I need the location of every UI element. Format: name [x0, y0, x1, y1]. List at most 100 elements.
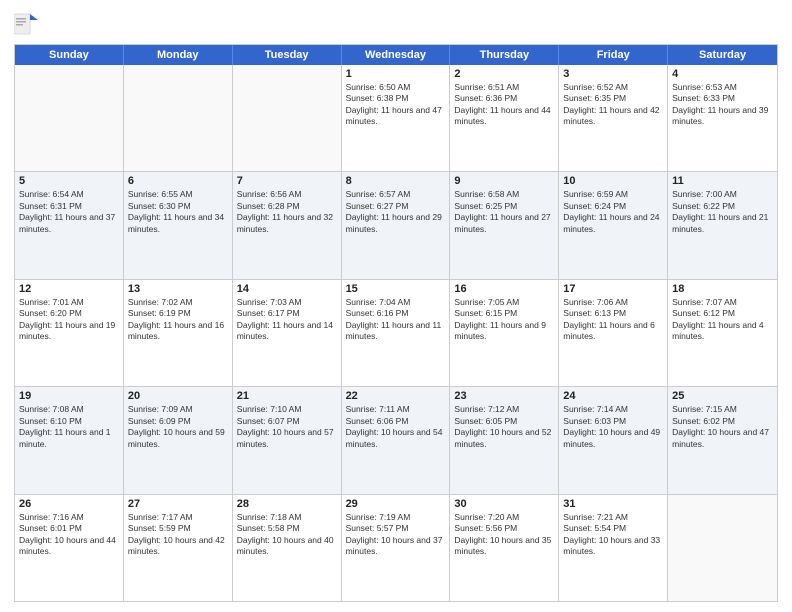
- day-number: 31: [563, 498, 663, 510]
- day-cell-18: 18 Sunrise: 7:07 AM Sunset: 6:12 PM Dayli…: [668, 280, 777, 386]
- day-info: Sunrise: 7:08 AM Sunset: 6:10 PM Dayligh…: [19, 404, 119, 450]
- day-info: Sunrise: 6:50 AM Sunset: 6:38 PM Dayligh…: [346, 82, 446, 128]
- day-number: 29: [346, 498, 446, 510]
- day-number: 6: [128, 175, 228, 187]
- weekday-header-sunday: Sunday: [15, 45, 124, 65]
- calendar-body: 1Sunrise: 6:50 AM Sunset: 6:38 PM Daylig…: [15, 65, 777, 601]
- day-info: Sunrise: 7:17 AM Sunset: 5:59 PM Dayligh…: [128, 512, 228, 558]
- day-info: Sunrise: 7:20 AM Sunset: 5:56 PM Dayligh…: [454, 512, 554, 558]
- day-number: 12: [19, 283, 119, 295]
- weekday-header-friday: Friday: [559, 45, 668, 65]
- day-info: Sunrise: 7:05 AM Sunset: 6:15 PM Dayligh…: [454, 297, 554, 343]
- header: [14, 10, 778, 38]
- day-info: Sunrise: 7:19 AM Sunset: 5:57 PM Dayligh…: [346, 512, 446, 558]
- calendar-row-4: 26Sunrise: 7:16 AM Sunset: 6:01 PM Dayli…: [15, 495, 777, 601]
- calendar-row-2: 12 Sunrise: 7:01 AM Sunset: 6:20 PM Dayli…: [15, 280, 777, 387]
- day-info: Sunrise: 7:15 AM Sunset: 6:02 PM Dayligh…: [672, 404, 773, 450]
- day-number: 28: [237, 498, 337, 510]
- calendar: SundayMondayTuesdayWednesdayThursdayFrid…: [14, 44, 778, 602]
- day-number: 8: [346, 175, 446, 187]
- weekday-header-wednesday: Wednesday: [342, 45, 451, 65]
- day-number: 23: [454, 390, 554, 402]
- calendar-row-1: 5 Sunrise: 6:54 AM Sunset: 6:31 PM Daylig…: [15, 172, 777, 279]
- day-cell-26: 26Sunrise: 7:16 AM Sunset: 6:01 PM Dayli…: [15, 495, 124, 601]
- day-number: 3: [563, 68, 663, 80]
- day-cell-4: 4 Sunrise: 6:53 AM Sunset: 6:33 PM Daylig…: [668, 65, 777, 171]
- day-info: Sunrise: 6:55 AM Sunset: 6:30 PM Dayligh…: [128, 189, 228, 235]
- day-info: Sunrise: 7:03 AM Sunset: 6:17 PM Dayligh…: [237, 297, 337, 343]
- day-cell-6: 6 Sunrise: 6:55 AM Sunset: 6:30 PM Daylig…: [124, 172, 233, 278]
- day-cell-14: 14Sunrise: 7:03 AM Sunset: 6:17 PM Dayli…: [233, 280, 342, 386]
- day-number: 16: [454, 283, 554, 295]
- day-number: 24: [563, 390, 663, 402]
- page: SundayMondayTuesdayWednesdayThursdayFrid…: [0, 0, 792, 612]
- calendar-row-0: 1Sunrise: 6:50 AM Sunset: 6:38 PM Daylig…: [15, 65, 777, 172]
- day-cell-3: 3 Sunrise: 6:52 AM Sunset: 6:35 PM Daylig…: [559, 65, 668, 171]
- day-info: Sunrise: 6:59 AM Sunset: 6:24 PM Dayligh…: [563, 189, 663, 235]
- weekday-header-tuesday: Tuesday: [233, 45, 342, 65]
- day-cell-8: 8 Sunrise: 6:57 AM Sunset: 6:27 PM Daylig…: [342, 172, 451, 278]
- day-cell-17: 17Sunrise: 7:06 AM Sunset: 6:13 PM Dayli…: [559, 280, 668, 386]
- day-info: Sunrise: 7:00 AM Sunset: 6:22 PM Dayligh…: [672, 189, 773, 235]
- weekday-header-monday: Monday: [124, 45, 233, 65]
- day-info: Sunrise: 7:18 AM Sunset: 5:58 PM Dayligh…: [237, 512, 337, 558]
- day-number: 27: [128, 498, 228, 510]
- day-cell-19: 19 Sunrise: 7:08 AM Sunset: 6:10 PM Dayli…: [15, 387, 124, 493]
- day-cell-7: 7Sunrise: 6:56 AM Sunset: 6:28 PM Daylig…: [233, 172, 342, 278]
- day-number: 17: [563, 283, 663, 295]
- day-info: Sunrise: 7:02 AM Sunset: 6:19 PM Dayligh…: [128, 297, 228, 343]
- day-info: Sunrise: 7:14 AM Sunset: 6:03 PM Dayligh…: [563, 404, 663, 450]
- empty-cell-0-2: [233, 65, 342, 171]
- day-cell-2: 2 Sunrise: 6:51 AM Sunset: 6:36 PM Daylig…: [450, 65, 559, 171]
- day-info: Sunrise: 6:51 AM Sunset: 6:36 PM Dayligh…: [454, 82, 554, 128]
- day-info: Sunrise: 6:58 AM Sunset: 6:25 PM Dayligh…: [454, 189, 554, 235]
- day-cell-10: 10Sunrise: 6:59 AM Sunset: 6:24 PM Dayli…: [559, 172, 668, 278]
- day-info: Sunrise: 7:21 AM Sunset: 5:54 PM Dayligh…: [563, 512, 663, 558]
- day-cell-28: 28 Sunrise: 7:18 AM Sunset: 5:58 PM Dayli…: [233, 495, 342, 601]
- empty-cell-0-0: [15, 65, 124, 171]
- day-cell-13: 13 Sunrise: 7:02 AM Sunset: 6:19 PM Dayli…: [124, 280, 233, 386]
- day-number: 13: [128, 283, 228, 295]
- day-info: Sunrise: 7:10 AM Sunset: 6:07 PM Dayligh…: [237, 404, 337, 450]
- day-number: 5: [19, 175, 119, 187]
- weekday-header-saturday: Saturday: [668, 45, 777, 65]
- calendar-row-3: 19 Sunrise: 7:08 AM Sunset: 6:10 PM Dayli…: [15, 387, 777, 494]
- day-number: 18: [672, 283, 773, 295]
- day-info: Sunrise: 6:57 AM Sunset: 6:27 PM Dayligh…: [346, 189, 446, 235]
- day-cell-31: 31 Sunrise: 7:21 AM Sunset: 5:54 PM Dayli…: [559, 495, 668, 601]
- day-number: 2: [454, 68, 554, 80]
- day-cell-29: 29 Sunrise: 7:19 AM Sunset: 5:57 PM Dayli…: [342, 495, 451, 601]
- day-info: Sunrise: 7:09 AM Sunset: 6:09 PM Dayligh…: [128, 404, 228, 450]
- day-cell-1: 1Sunrise: 6:50 AM Sunset: 6:38 PM Daylig…: [342, 65, 451, 171]
- day-info: Sunrise: 7:12 AM Sunset: 6:05 PM Dayligh…: [454, 404, 554, 450]
- day-cell-9: 9Sunrise: 6:58 AM Sunset: 6:25 PM Daylig…: [450, 172, 559, 278]
- day-cell-12: 12 Sunrise: 7:01 AM Sunset: 6:20 PM Dayli…: [15, 280, 124, 386]
- calendar-header: SundayMondayTuesdayWednesdayThursdayFrid…: [15, 45, 777, 65]
- day-cell-11: 11Sunrise: 7:00 AM Sunset: 6:22 PM Dayli…: [668, 172, 777, 278]
- day-info: Sunrise: 6:53 AM Sunset: 6:33 PM Dayligh…: [672, 82, 773, 128]
- day-info: Sunrise: 7:01 AM Sunset: 6:20 PM Dayligh…: [19, 297, 119, 343]
- day-number: 15: [346, 283, 446, 295]
- day-info: Sunrise: 6:56 AM Sunset: 6:28 PM Dayligh…: [237, 189, 337, 235]
- day-cell-5: 5 Sunrise: 6:54 AM Sunset: 6:31 PM Daylig…: [15, 172, 124, 278]
- day-number: 4: [672, 68, 773, 80]
- day-cell-23: 23 Sunrise: 7:12 AM Sunset: 6:05 PM Dayli…: [450, 387, 559, 493]
- day-number: 19: [19, 390, 119, 402]
- day-info: Sunrise: 6:54 AM Sunset: 6:31 PM Dayligh…: [19, 189, 119, 235]
- day-cell-30: 30Sunrise: 7:20 AM Sunset: 5:56 PM Dayli…: [450, 495, 559, 601]
- day-cell-15: 15Sunrise: 7:04 AM Sunset: 6:16 PM Dayli…: [342, 280, 451, 386]
- logo-icon: [14, 10, 38, 38]
- day-info: Sunrise: 6:52 AM Sunset: 6:35 PM Dayligh…: [563, 82, 663, 128]
- weekday-header-thursday: Thursday: [450, 45, 559, 65]
- day-cell-25: 25Sunrise: 7:15 AM Sunset: 6:02 PM Dayli…: [668, 387, 777, 493]
- day-number: 22: [346, 390, 446, 402]
- logo: [14, 10, 42, 38]
- day-info: Sunrise: 7:07 AM Sunset: 6:12 PM Dayligh…: [672, 297, 773, 343]
- day-cell-27: 27 Sunrise: 7:17 AM Sunset: 5:59 PM Dayli…: [124, 495, 233, 601]
- day-number: 21: [237, 390, 337, 402]
- day-info: Sunrise: 7:11 AM Sunset: 6:06 PM Dayligh…: [346, 404, 446, 450]
- day-cell-22: 22 Sunrise: 7:11 AM Sunset: 6:06 PM Dayli…: [342, 387, 451, 493]
- day-cell-16: 16 Sunrise: 7:05 AM Sunset: 6:15 PM Dayli…: [450, 280, 559, 386]
- day-cell-21: 21 Sunrise: 7:10 AM Sunset: 6:07 PM Dayli…: [233, 387, 342, 493]
- empty-cell-0-1: [124, 65, 233, 171]
